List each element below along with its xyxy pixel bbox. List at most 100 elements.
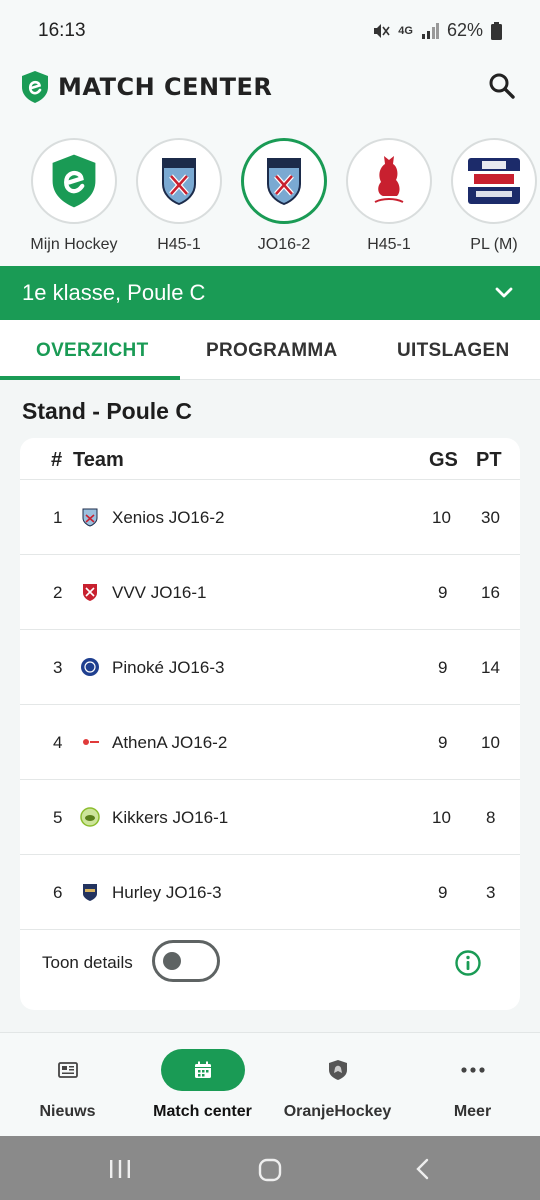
mute-icon: [374, 23, 390, 38]
nav-label: OranjeHockey: [283, 1103, 392, 1120]
details-toggle[interactable]: [152, 940, 220, 982]
team-item-h45-1-xenios[interactable]: H45-1: [131, 138, 227, 254]
team-item-pl-m[interactable]: PL (M): [446, 138, 540, 254]
hurley-badge-icon: [83, 884, 97, 901]
row-team: Xenios JO16-2: [112, 508, 225, 527]
team-selector: Mijn Hockey H45-1 JO16-2 H45-1 PL (M): [0, 128, 540, 266]
nav-oranjehockey[interactable]: OranjeHockey: [270, 1033, 405, 1137]
row-gs: 9: [438, 583, 448, 602]
row-team: AthenA JO16-2: [112, 733, 228, 752]
status-icons: 4G 62%: [372, 20, 502, 41]
network-type: 4G: [398, 24, 413, 37]
info-icon[interactable]: [454, 949, 482, 977]
match-center-logo-icon: [22, 71, 48, 103]
row-pt: 8: [486, 808, 496, 827]
league-selector[interactable]: 1e klasse, Poule C: [0, 266, 540, 320]
team-item-label: H45-1: [367, 236, 411, 253]
table-row[interactable]: 2 VVV JO16-1 9 16: [20, 555, 520, 630]
xenios-crest-icon: [162, 158, 196, 206]
row-pt: 3: [486, 883, 496, 902]
header-pt: PT: [476, 449, 502, 471]
signal-icon: [421, 22, 439, 39]
nav-meer[interactable]: Meer: [405, 1033, 540, 1137]
row-rank: 5: [53, 808, 63, 827]
tab-overzicht[interactable]: OVERZICHT: [36, 340, 148, 362]
fih-pro-league-logo-icon: [468, 158, 520, 204]
row-pt: 14: [481, 658, 500, 677]
xenios-crest-icon: [267, 158, 301, 206]
row-rank: 4: [53, 733, 63, 752]
search-icon[interactable]: [486, 70, 518, 102]
app-bar: MATCH CENTER: [0, 62, 540, 128]
oranje-hockey-icon: [328, 1060, 347, 1080]
tab-programma[interactable]: PROGRAMMA: [206, 340, 337, 362]
liberty-fox-logo-icon: [374, 156, 404, 203]
team-item-h45-1-liberty[interactable]: H45-1: [341, 138, 437, 254]
system-navigation-bar: [0, 1136, 540, 1200]
standings-title: Stand - Poule C: [22, 398, 192, 424]
row-team: Pinoké JO16-3: [112, 658, 225, 677]
row-pt: 30: [481, 508, 500, 527]
standings-header: # Team GS PT: [20, 438, 520, 480]
app-logo: MATCH CENTER: [20, 70, 272, 104]
row-rank: 6: [53, 883, 63, 902]
team-item-label: H45-1: [157, 236, 201, 253]
row-rank: 3: [53, 658, 63, 677]
battery-percent: 62%: [446, 20, 483, 40]
nav-nieuws[interactable]: Nieuws: [0, 1033, 135, 1137]
row-gs: 10: [432, 508, 451, 527]
row-gs: 10: [432, 808, 451, 827]
active-tab-indicator: [0, 376, 180, 380]
nav-match-center[interactable]: Match center: [135, 1033, 270, 1137]
kikkers-badge-icon: [80, 807, 100, 827]
battery-icon: [491, 21, 502, 40]
standings-card: # Team GS PT 1 Xenios JO16-2 10 30 2 VVV…: [20, 438, 520, 1010]
row-gs: 9: [438, 733, 448, 752]
news-icon: [57, 1062, 78, 1078]
tab-uitslagen[interactable]: UITSLAGEN: [397, 340, 509, 362]
row-rank: 2: [53, 583, 63, 602]
table-row[interactable]: 1 Xenios JO16-2 10 30: [20, 480, 520, 555]
recent-apps-icon[interactable]: [109, 1159, 131, 1179]
calendar-icon: [194, 1061, 211, 1078]
row-team: VVV JO16-1: [112, 583, 207, 602]
team-item-mijn-hockey[interactable]: Mijn Hockey: [26, 138, 122, 254]
table-row[interactable]: 4 AthenA JO16-2 9 10: [20, 705, 520, 780]
details-label: Toon details: [42, 953, 133, 972]
row-team: Hurley JO16-3: [112, 883, 222, 902]
mijn-hockey-logo-icon: [52, 154, 96, 208]
nav-label: Nieuws: [39, 1103, 96, 1120]
team-item-jo16-2[interactable]: JO16-2: [236, 138, 332, 254]
xenios-badge-icon: [82, 508, 98, 527]
row-gs: 9: [438, 883, 448, 902]
nav-label: Match center: [153, 1103, 252, 1120]
team-item-label: Mijn Hockey: [30, 236, 118, 253]
team-item-label: PL (M): [470, 236, 518, 253]
table-row[interactable]: 3 Pinoké JO16-3 9 14: [20, 630, 520, 705]
tab-bar: OVERZICHT PROGRAMMA UITSLAGEN: [0, 320, 540, 380]
league-name: 1e klasse, Poule C: [22, 280, 206, 305]
chevron-down-icon: [495, 287, 513, 298]
row-pt: 10: [481, 733, 500, 752]
more-icon: [460, 1067, 485, 1073]
header-rank: #: [51, 449, 63, 471]
vvv-badge-icon: [83, 584, 97, 601]
bottom-navigation: Nieuws Match center OranjeHockey Meer: [0, 1032, 540, 1136]
table-row[interactable]: 5 Kikkers JO16-1 10 8: [20, 780, 520, 855]
nav-label: Meer: [453, 1103, 492, 1120]
status-time: 16:13: [38, 20, 86, 41]
row-rank: 1: [53, 508, 63, 527]
app-title: MATCH CENTER: [58, 73, 273, 101]
table-row[interactable]: 6 Hurley JO16-3 9 3: [20, 855, 520, 930]
details-row: Toon details: [20, 930, 520, 1010]
back-icon[interactable]: [414, 1158, 430, 1180]
row-pt: 16: [481, 583, 500, 602]
athena-badge-icon: [83, 739, 99, 745]
header-team: Team: [73, 449, 124, 471]
team-item-label: JO16-2: [257, 236, 311, 253]
pinoke-badge-icon: [81, 658, 99, 676]
home-icon[interactable]: [258, 1158, 282, 1182]
row-gs: 9: [438, 658, 448, 677]
status-bar: 16:13 4G 62%: [0, 0, 540, 62]
row-team: Kikkers JO16-1: [112, 808, 229, 827]
